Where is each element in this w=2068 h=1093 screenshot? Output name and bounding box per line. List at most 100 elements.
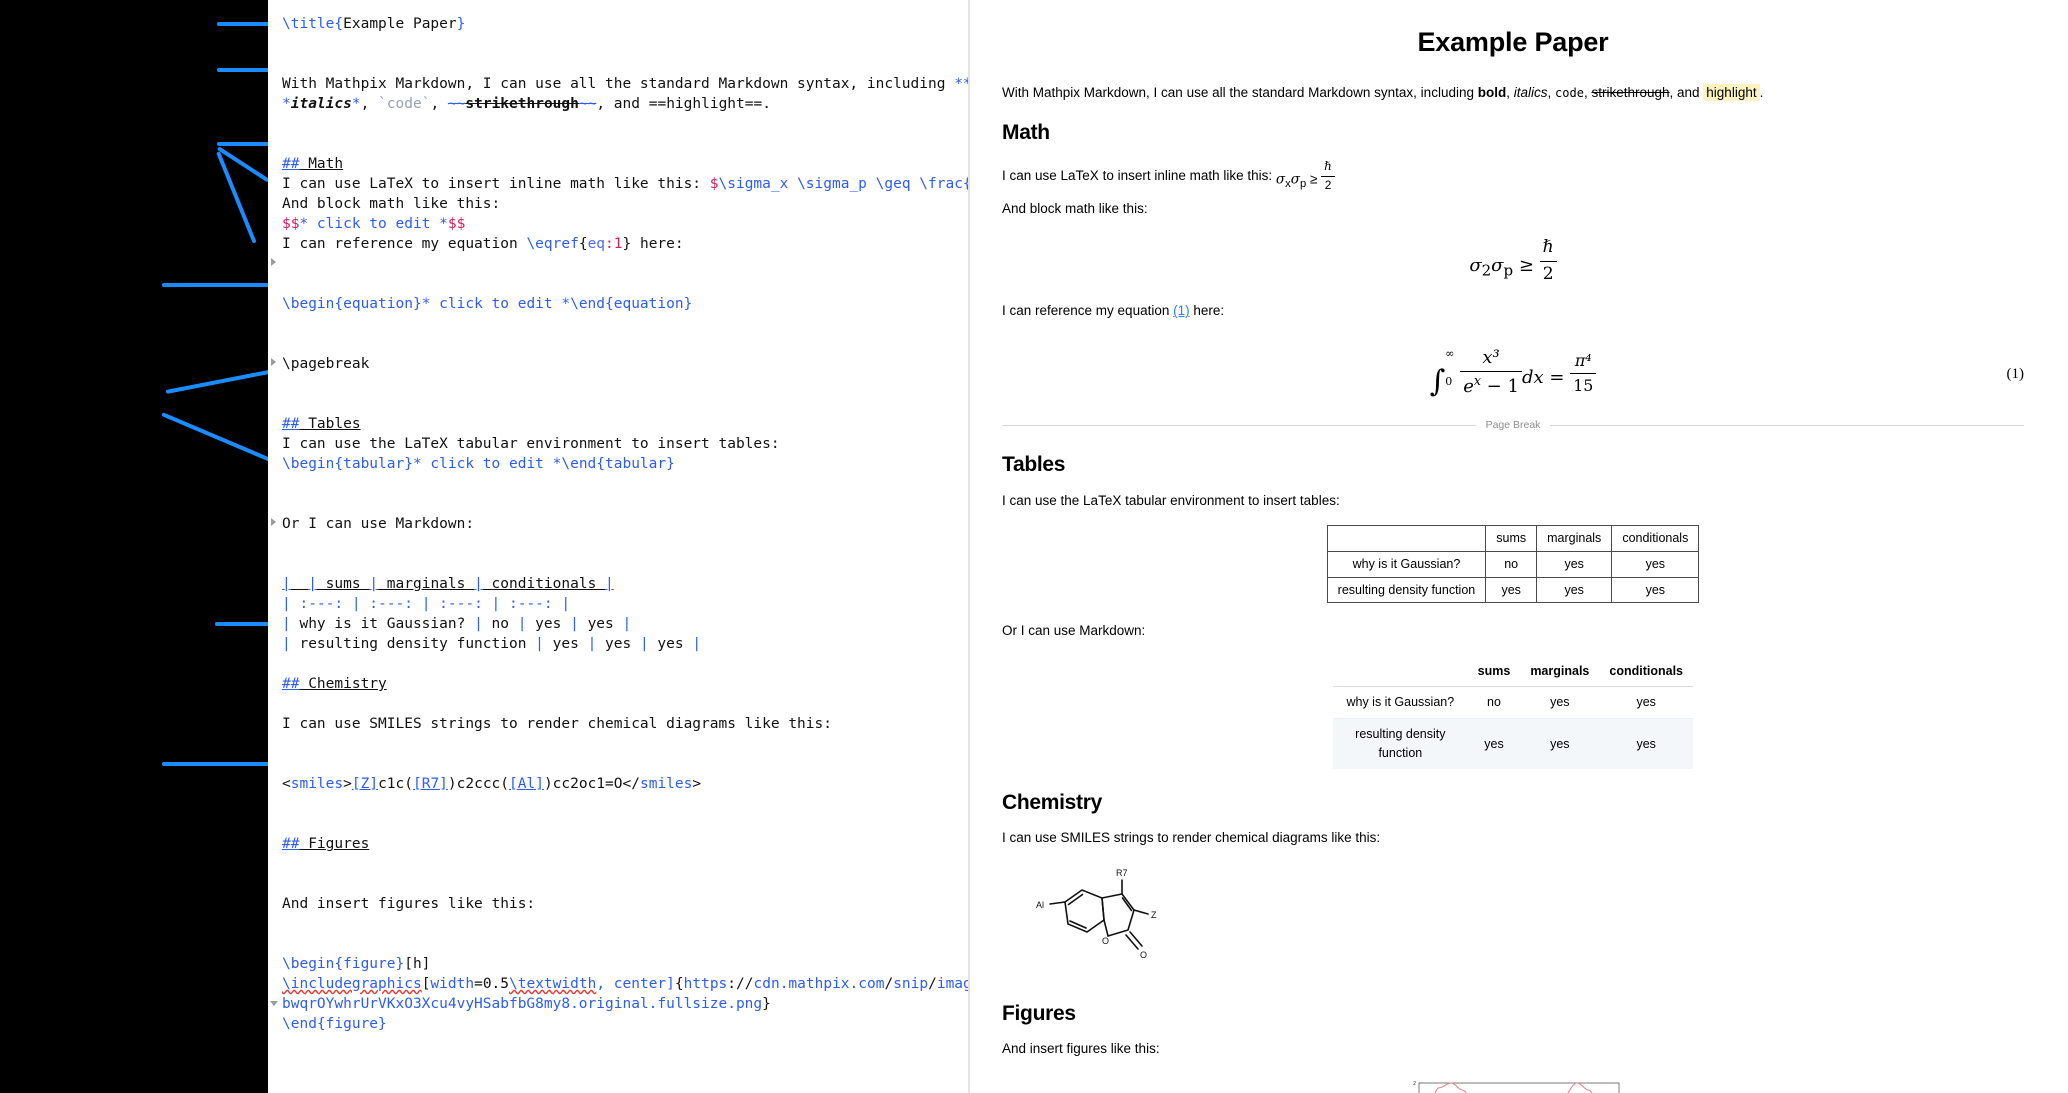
source-line-includegraphics-cont[interactable]: bwqrOYwhrUrVKxO3Xcu4vyHSabfbG8my8.origin…: [270, 994, 968, 1014]
end-tabular: \end{tabular}: [561, 456, 675, 472]
source-line-intro-1[interactable]: With Mathpix Markdown, I can use all the…: [282, 74, 968, 94]
md-head-cell-3: conditionals: [482, 576, 606, 592]
source-line-smiles[interactable]: <smiles>[Z]c1c([R7])c2ccc([Al])cc2oc1=O<…: [282, 774, 968, 794]
block-sigma-2: σ: [1469, 255, 1482, 277]
inc-url-slash-2: /: [928, 976, 937, 992]
pi-fourth: π⁴: [1570, 349, 1597, 374]
latex-r1c1: yes: [1485, 576, 1538, 604]
rendered-preview-pane: Example Paper With Mathpix Markdown, I c…: [970, 0, 2068, 1093]
source-line-block-math-pre[interactable]: And block math like this:: [282, 194, 968, 214]
highlight-marker-open: ==: [648, 96, 667, 112]
heading-text-math: Math: [299, 156, 344, 172]
source-md-table-header[interactable]: | | sums | marginals | conditionals |: [282, 574, 968, 594]
preview-code-word: code: [1555, 85, 1584, 100]
inc-brace-open: {: [674, 976, 684, 992]
md-r2-cell-2: yes: [596, 636, 640, 652]
source-line-equation-env[interactable]: \begin{equation}* click to edit *\end{eq…: [282, 294, 968, 314]
e-exponent: x: [1473, 372, 1481, 388]
md-r2-pipe-3: |: [639, 636, 649, 652]
md-align-pipe-1: |: [351, 596, 361, 612]
page-break-rule-right: [1550, 425, 2024, 427]
source-line-pagebreak[interactable]: \pagebreak: [271, 354, 968, 374]
pointer-line-mdtable: [161, 412, 268, 469]
md-r0c1: no: [1467, 686, 1521, 720]
end-equation: \end{equation}: [570, 296, 693, 312]
eqref-command: \eqref: [526, 236, 579, 252]
preview-intro-paragraph: With Mathpix Markdown, I can use all the…: [1002, 83, 2024, 103]
source-line-tabular-intro[interactable]: I can use the LaTeX tabular environment …: [282, 434, 968, 454]
source-line-markdown-intro[interactable]: Or I can use Markdown:: [271, 514, 968, 534]
source-line-tabular-env[interactable]: \begin{tabular}* click to edit *\end{tab…: [282, 454, 968, 474]
table-row: why is it Gaussian? no yes yes: [1326, 550, 1700, 578]
source-line-inline-math[interactable]: I can use LaTeX to insert inline math li…: [282, 174, 968, 194]
click-to-edit-tabular: * click to edit *: [412, 456, 562, 472]
block-two: 2: [1542, 263, 1554, 284]
preview-highlight-word: highlight: [1703, 83, 1760, 101]
source-md-table-align[interactable]: | :---: | :---: | :---: | :---: |: [282, 594, 968, 614]
block-sigma-2-sub: 2: [1481, 261, 1492, 280]
preview-heading-tables: Tables: [1002, 453, 1066, 477]
source-line-includegraphics[interactable]: \includegraphics[width=0.5\textwidth, ce…: [282, 974, 968, 994]
code-word: code: [386, 96, 422, 112]
source-line-intro-2[interactable]: *italics*, `code`, ~~strikethrough~~, an…: [282, 94, 968, 114]
markdown-intro-text: Or I can use Markdown:: [282, 516, 475, 532]
source-line-title[interactable]: \title{Example Paper}: [282, 14, 968, 34]
fold-arrow-markdown-icon[interactable]: [271, 518, 276, 526]
heading-hash-math: ##: [282, 156, 300, 172]
preview-comma-1: ,: [1506, 84, 1514, 100]
preview-eqref-suffix: here:: [1189, 303, 1225, 319]
md-r0c3: yes: [1599, 686, 1693, 720]
source-blank-6b: [282, 494, 968, 514]
source-heading-math[interactable]: ## Math: [282, 154, 968, 174]
fold-arrow-figure-icon[interactable]: [270, 1001, 278, 1010]
tabular-intro-text: I can use the LaTeX tabular environment …: [282, 436, 780, 452]
markdown-source-editor[interactable]: \title{Example Paper} With Mathpix Markd…: [268, 0, 968, 1093]
preview-eqref-line: I can reference my equation (1) here:: [1002, 301, 2024, 321]
source-heading-figures[interactable]: ## Figures: [282, 834, 968, 854]
inc-center-option: , center]: [596, 976, 675, 992]
fold-arrow-equation-icon[interactable]: [271, 258, 276, 266]
pointer-line-figure: [162, 762, 268, 766]
source-heading-tables[interactable]: ## Tables: [282, 414, 968, 434]
chem-label-r7: R7: [1116, 868, 1128, 878]
md-r1-cell-0: why is it Gaussian?: [290, 616, 475, 632]
brace-open-3: {: [578, 236, 588, 252]
source-md-table-row-2[interactable]: | resulting density function | yes | yes…: [282, 634, 968, 654]
preview-latex-table-wrap: sums marginals conditionals why is it Ga…: [1002, 525, 2024, 604]
block-hbar-fraction: ℏ2: [1539, 235, 1557, 287]
inc-url-part-2: images: [936, 976, 968, 992]
source-line-begin-figure[interactable]: \begin{figure}[h]: [282, 954, 968, 974]
md-r2-cell-0: resulting density function: [290, 636, 536, 652]
fold-arrow-pagebreak-icon[interactable]: [271, 358, 276, 366]
coumarin-structure-svg: Al R7 Z O O: [1036, 868, 1157, 960]
md-r2-pipe-2: |: [587, 636, 597, 652]
source-blank-3b: [282, 274, 968, 294]
includegraphics-command: \includegraphics: [282, 976, 422, 992]
source-line-chem-intro[interactable]: I can use SMILES strings to render chemi…: [282, 714, 968, 734]
table-row: resulting density function yes yes yes: [1326, 576, 1700, 604]
source-line-eqref[interactable]: I can reference my equation \eqref{eq:1}…: [282, 234, 968, 254]
integrand-denominator: ex − 1: [1460, 372, 1522, 400]
equation-reference-link[interactable]: (1): [1173, 303, 1190, 318]
preview-latex-table-intro: I can use the LaTeX tabular environment …: [1002, 492, 1340, 508]
click-to-edit-equation: * click to edit *: [421, 296, 571, 312]
md-align-cell-2: :---:: [430, 596, 492, 612]
md-r2-pipe-4: |: [692, 636, 702, 652]
source-md-table-row-1[interactable]: | why is it Gaussian? | no | yes | yes |: [282, 614, 968, 634]
source-blank-6: [282, 474, 968, 494]
brace-open: {: [334, 16, 344, 32]
chem-label-ring-oxygen: O: [1102, 936, 1109, 946]
source-line-fig-intro[interactable]: And insert figures like this:: [282, 894, 968, 914]
source-line-block-math[interactable]: $$* click to edit *$$: [282, 214, 968, 234]
source-line-end-figure[interactable]: \end{figure}: [282, 1014, 968, 1034]
intro-text-a: With Mathpix Markdown, I can use all the…: [282, 76, 955, 92]
latex-th-3: conditionals: [1611, 525, 1700, 552]
source-heading-chemistry[interactable]: ## Chemistry: [282, 674, 968, 694]
source-blank-2b: [282, 134, 968, 154]
inc-textwidth-command: \textwidth: [509, 976, 597, 992]
geq-symbol: ≥: [1309, 171, 1318, 187]
table-row: resulting density function yes yes yes: [1333, 718, 1693, 769]
eqref-key: eq: [587, 236, 606, 252]
inc-url-part-4: bwqrOYwhrUrVKxO3Xcu4vyHSabfbG8my8.origin…: [282, 996, 763, 1012]
inline-math-prefix: I can use LaTeX to insert inline math li…: [282, 176, 710, 192]
